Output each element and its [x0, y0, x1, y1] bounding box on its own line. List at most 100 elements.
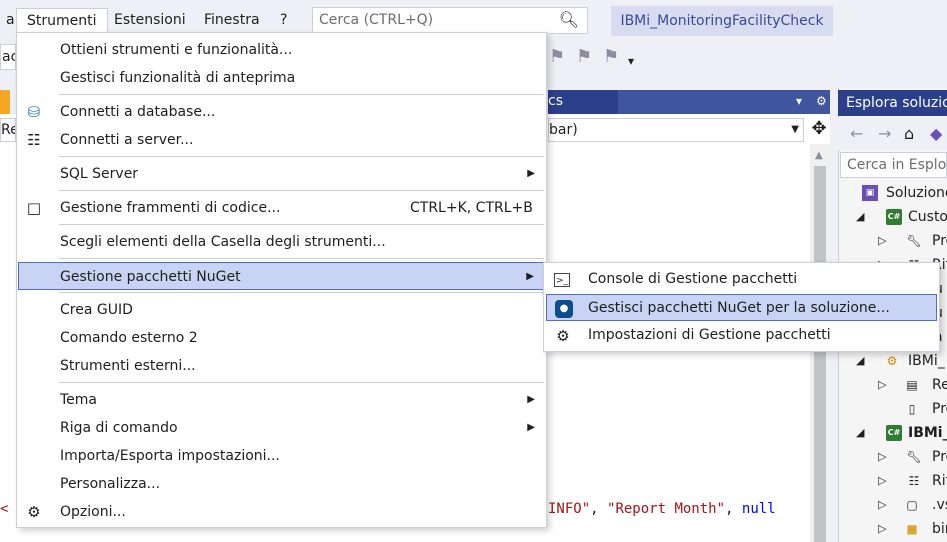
menu-item-snippets[interactable]: □ Gestione frammenti di codice... CTRL+K…: [18, 194, 545, 222]
code-string: "Report Month": [607, 501, 726, 517]
menu-item-connect-server[interactable]: ☷ Connetti a server...: [18, 126, 545, 154]
tree-label: IBMi_: [908, 425, 947, 441]
menu-item-customize[interactable]: Personalizza...: [18, 470, 545, 498]
menu-item-label: Gestione pacchetti NuGet: [60, 269, 241, 285]
tree-label: IBMi_: [908, 353, 945, 369]
menu-item-sql-server[interactable]: SQL Server ▶: [18, 160, 545, 188]
bookmark-prev-icon[interactable]: ⚑: [576, 46, 592, 67]
nuget-submenu: >_ Console di Gestione pacchetti ● Gesti…: [543, 262, 940, 352]
database-plug-icon: ⛁: [27, 103, 41, 121]
menu-estensioni[interactable]: Estensioni: [104, 8, 196, 34]
tree-item[interactable]: ▷ ▢ .vs: [838, 493, 947, 517]
bookmark-next-icon[interactable]: ⚑: [603, 46, 619, 67]
scrollbar-thumb[interactable]: [814, 166, 826, 542]
code-string: INFO": [548, 501, 591, 517]
tree-item-solution[interactable]: ▣ Soluzione: [838, 181, 947, 205]
search-icon[interactable]: 🔍︎: [559, 10, 579, 29]
tree-label: Pro: [932, 449, 947, 465]
nav-member-value: bar): [549, 122, 578, 138]
folder-icon: ■: [906, 522, 918, 536]
collapsed-icon[interactable]: ▷: [878, 493, 886, 517]
menu-item-connect-database[interactable]: ⛁ Connetti a database...: [18, 98, 545, 126]
menu-item-label: Personalizza...: [60, 476, 161, 492]
tree-label: bir: [932, 521, 947, 537]
search-input[interactable]: Cerca (CTRL+Q) 🔍︎: [312, 7, 588, 34]
menu-item-import-export[interactable]: Importa/Esporta impostazioni...: [18, 442, 545, 470]
menu-item-external-tools[interactable]: Strumenti esterni...: [18, 352, 545, 380]
tree-label: Custo: [908, 209, 947, 225]
menu-item-label: Tema: [60, 392, 98, 408]
menu-item-label: Impostazioni di Gestione pacchetti: [588, 327, 831, 343]
collapsed-icon[interactable]: ▷: [878, 229, 886, 253]
tree-label: Rif: [932, 473, 947, 489]
menu-separator: [59, 224, 544, 225]
collapsed-icon[interactable]: ▷: [878, 517, 886, 541]
nav-project-dropdown[interactable]: Re: [0, 118, 16, 142]
editor-tab[interactable]: cs: [548, 90, 618, 114]
menu-item-label: Comando esterno 2: [60, 330, 198, 346]
search-placeholder: Cerca (CTRL+Q): [319, 12, 434, 28]
tree-item[interactable]: ▷ ☷ Rif: [838, 469, 947, 493]
menu-item-package-console[interactable]: >_ Console di Gestione pacchetti: [546, 266, 937, 293]
menu-item-create-guid[interactable]: Crea GUID: [18, 296, 545, 324]
menu-item-label: Importa/Esporta impostazioni...: [60, 448, 280, 464]
menu-item-preview-features[interactable]: Gestisci funzionalità di anteprima: [18, 64, 545, 92]
csharp-project-icon: C#: [886, 425, 902, 441]
toolbar-overflow-icon[interactable]: ▾: [628, 54, 634, 68]
code-keyword: null: [741, 501, 776, 517]
home-icon[interactable]: ⌂: [904, 124, 914, 143]
menu-item-theme[interactable]: Tema ▶: [18, 386, 545, 414]
split-editor-icon[interactable]: ✥: [808, 118, 830, 142]
menu-item-command-line[interactable]: Riga di comando ▶: [18, 414, 545, 442]
collapsed-icon[interactable]: ▷: [878, 373, 886, 397]
gear-icon: ⚙: [556, 327, 570, 345]
submenu-arrow-icon: ▶: [526, 271, 534, 282]
menu-strumenti[interactable]: Strumenti: [16, 8, 108, 34]
tab-settings-icon[interactable]: ⚙: [816, 94, 827, 108]
menu-item-label: Scegli elementi della Casella degli stru…: [60, 234, 386, 250]
menu-item-label: Gestisci pacchetti NuGet per la soluzion…: [588, 300, 890, 316]
tree-item-project[interactable]: ◢ C# Custo: [838, 205, 947, 229]
expanded-icon[interactable]: ◢: [856, 205, 864, 229]
solution-search-input[interactable]: Cerca in Esplora: [840, 152, 947, 178]
menu-item-options[interactable]: ⚙ Opzioni...: [18, 498, 545, 526]
tree-item[interactable]: ▷ 🔧︎ Pro: [838, 229, 947, 253]
tree-label: Soluzione: [886, 185, 947, 201]
collapsed-icon[interactable]: ▷: [878, 469, 886, 493]
editor-tab-partial[interactable]: [0, 90, 10, 114]
forward-icon[interactable]: →: [878, 124, 891, 143]
menu-item-toolbox-items[interactable]: Scegli elementi della Casella degli stru…: [18, 228, 545, 256]
menu-item-get-tools[interactable]: Ottieni strumenti e funzionalità...: [18, 36, 545, 64]
expanded-icon[interactable]: ◢: [856, 349, 864, 373]
menu-item-package-settings[interactable]: ⚙ Impostazioni di Gestione pacchetti: [546, 322, 937, 349]
tree-item[interactable]: ▯ Pro: [838, 397, 947, 421]
menu-item-external-command[interactable]: Comando esterno 2: [18, 324, 545, 352]
collapsed-icon[interactable]: ▷: [878, 445, 886, 469]
file-icon: ▢: [906, 498, 918, 512]
bookmark-icon[interactable]: ⚑: [549, 46, 565, 67]
expanded-icon[interactable]: ◢: [856, 421, 864, 445]
tree-item-project[interactable]: ◢ C# IBMi_: [838, 421, 947, 445]
tab-list-icon[interactable]: ▾: [796, 94, 802, 108]
menu-item-manage-nuget-solution[interactable]: ● Gestisci pacchetti NuGet per la soluzi…: [546, 294, 937, 321]
menu-finestra[interactable]: Finestra: [194, 8, 270, 34]
menu-separator: [59, 156, 544, 157]
report-icon: ▤: [906, 378, 918, 392]
vs-solution-icon[interactable]: ◆: [930, 124, 942, 143]
submenu-arrow-icon: ▶: [527, 422, 535, 433]
menu-item-nuget[interactable]: Gestione pacchetti NuGet ▶: [18, 262, 545, 290]
tree-item-project[interactable]: ◢ ⚙ IBMi_: [838, 349, 947, 373]
tree-item[interactable]: ▷ ■ bir: [838, 517, 947, 541]
menu-item-label: Riga di comando: [60, 420, 178, 436]
menu-item-label: Crea GUID: [60, 302, 133, 318]
tree-item[interactable]: ▷ 🔧︎ Pro: [838, 445, 947, 469]
nav-member-dropdown[interactable]: bar) ▼: [548, 118, 804, 142]
menu-help[interactable]: ?: [270, 8, 297, 34]
toolbar-dropdown-partial[interactable]: ac: [0, 44, 16, 70]
back-icon[interactable]: ←: [850, 124, 863, 143]
submenu-arrow-icon: ▶: [527, 168, 535, 179]
tree-label: .vs: [932, 497, 947, 513]
tree-item[interactable]: ▷ ▤ Re: [838, 373, 947, 397]
console-icon: >_: [554, 273, 570, 287]
scroll-up-icon[interactable]: ▲: [815, 150, 823, 161]
